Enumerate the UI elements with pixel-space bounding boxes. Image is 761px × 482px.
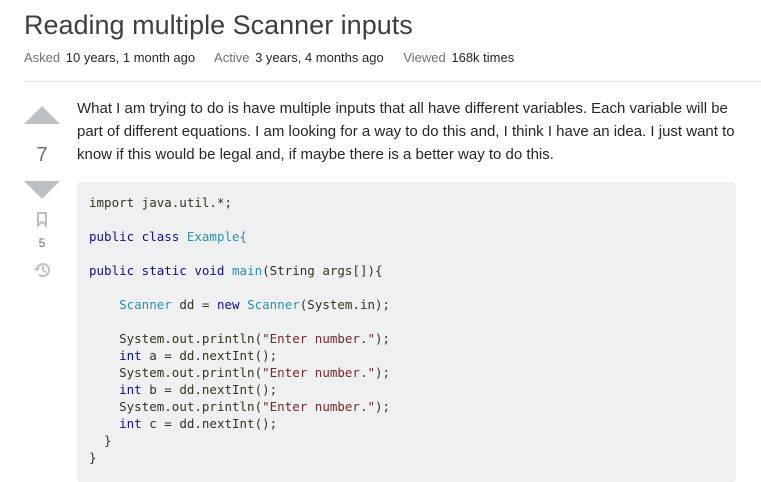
vote-count: 7 [36, 144, 48, 166]
active-value[interactable]: 3 years, 4 months ago [255, 50, 384, 65]
viewed-value: 168k times [451, 50, 515, 65]
title-divider [24, 81, 761, 82]
arrow-down-icon[interactable] [24, 181, 60, 199]
history-icon[interactable] [33, 261, 51, 279]
code-token: public class [89, 229, 180, 244]
code-token: } [89, 433, 112, 448]
asked-label: Asked [24, 50, 61, 65]
viewed-label: Viewed [403, 50, 446, 65]
question-body: What I am trying to do is have multiple … [77, 100, 735, 163]
code-token: ); [375, 331, 391, 346]
code-token: Scanner [119, 297, 172, 312]
bookmark-count: 5 [38, 236, 46, 250]
code-token: System.out.println( [119, 331, 263, 346]
code-token: int [119, 416, 142, 431]
code-block: import java.util.*; public class Example… [77, 182, 736, 482]
code-token: } [89, 450, 97, 465]
code-token: new [216, 297, 240, 312]
question-title[interactable]: Reading multiple Scanner inputs [24, 8, 413, 42]
code-token: Example{ [186, 229, 248, 244]
code-token: Scanner [247, 297, 300, 312]
code-token: int [119, 382, 142, 397]
code-token: "Enter number." [262, 365, 375, 380]
code-token: "Enter number." [262, 331, 375, 346]
code-token: main [232, 263, 263, 278]
code-token: (System.in); [299, 297, 391, 312]
code-token: (String args[]){ [262, 263, 383, 278]
code-token: ); [375, 365, 391, 380]
active-label: Active [214, 50, 250, 65]
code-token: System.out.println( [119, 399, 263, 414]
code-line: import java.util.*; [89, 195, 232, 210]
code-token: dd = [179, 297, 210, 312]
code-token: public static void [89, 263, 225, 278]
code-token: "Enter number." [262, 399, 375, 414]
code-token: ); [375, 399, 391, 414]
code-token: System.out.println( [119, 365, 263, 380]
code-token: int [119, 348, 142, 363]
code-token: b = dd.nextInt(); [149, 382, 278, 397]
asked-value[interactable]: 10 years, 1 month ago [66, 50, 195, 65]
arrow-up-icon[interactable] [24, 106, 60, 124]
question-meta: Asked 10 years, 1 month ago Active 3 yea… [24, 50, 530, 65]
code-token: a = dd.nextInt(); [149, 348, 278, 363]
bookmark-icon[interactable] [36, 212, 48, 228]
code-content: import java.util.*; public class Example… [89, 194, 390, 466]
code-token: c = dd.nextInt(); [149, 416, 278, 431]
